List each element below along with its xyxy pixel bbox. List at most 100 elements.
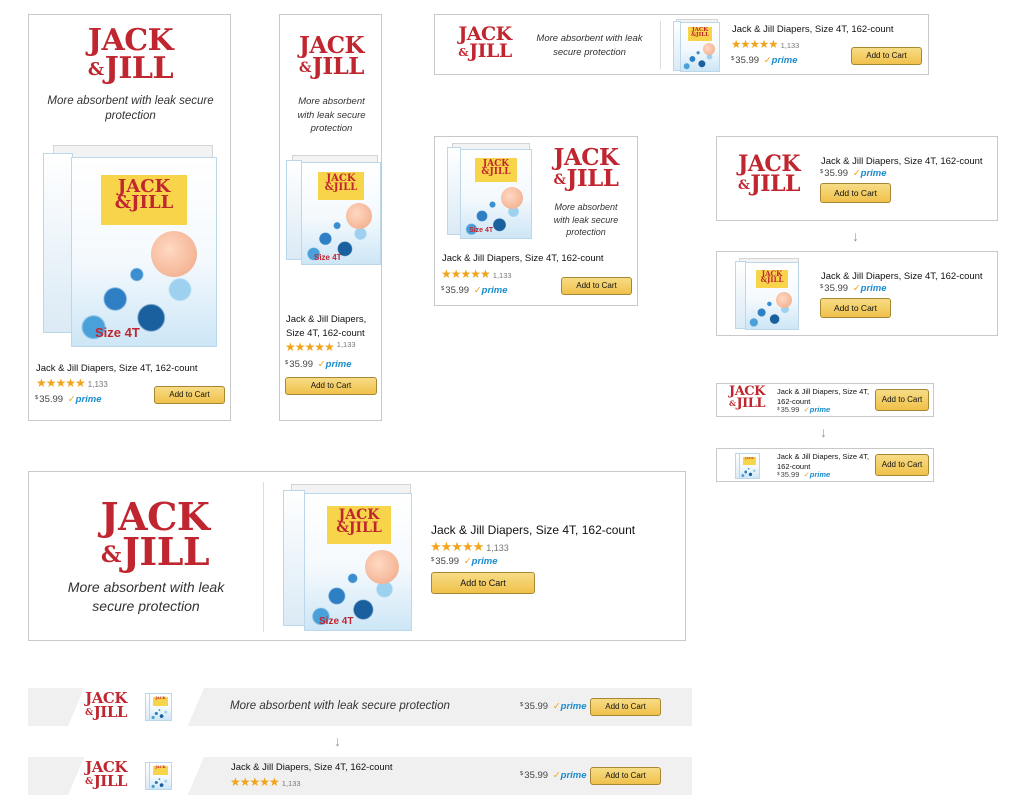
add-to-cart-button[interactable]: Add to Cart	[285, 377, 377, 395]
add-to-cart-button[interactable]: Add to Cart	[561, 277, 632, 295]
transition-arrow: ↓	[852, 228, 859, 244]
ad-rectangle-frame-2[interactable]: JACK &JILL Jack & Jill Diapers, Size 4T, …	[716, 251, 998, 336]
box-brand-label: JACK &JILL	[101, 175, 187, 225]
product-title[interactable]: Jack & Jill Diapers, Size 4T, 162-count	[732, 24, 894, 35]
price: $35.99 ✓prime	[777, 470, 831, 479]
baby-illustration	[703, 43, 715, 55]
price: $35.99 ✓prime	[820, 168, 887, 179]
ad-small-frame-2[interactable]: JACK Jack & Jill Diapers, Size 4T, 162-co…	[716, 448, 934, 482]
star-rating: ★★★★★ 1,133	[285, 340, 356, 354]
add-to-cart-button[interactable]: Add to Cart	[590, 767, 661, 785]
add-to-cart-button[interactable]: Add to Cart	[154, 386, 225, 404]
baby-illustration	[346, 203, 372, 229]
star-rating: ★★★★★ 1,133	[731, 39, 800, 51]
rating-count: 1,133	[492, 271, 512, 280]
rating-count: 1,133	[486, 543, 509, 553]
baby-illustration	[776, 292, 792, 308]
tagline: More absorbent with leak secure protection	[297, 96, 366, 134]
brand-logo: JACK &JILL	[85, 758, 127, 790]
product-title[interactable]: Jack & Jill Diapers, Size 4T, 162-count	[442, 253, 604, 264]
star-rating: ★★★★★ 1,133	[441, 267, 512, 281]
box-size-label: Size 4T	[319, 616, 354, 627]
prime-badge: ✓prime	[552, 770, 587, 781]
transition-arrow: ↓	[334, 733, 341, 749]
star-rating: ★★★★★ 1,133	[36, 376, 108, 390]
prime-badge: ✓prime	[552, 701, 587, 712]
rating-count: 1,133	[336, 340, 356, 349]
brand-logo: JACK &JILL	[100, 494, 210, 574]
ad-strip-frame-2[interactable]: JACK &JILL JACK Jack & Jill Diapers, Size…	[28, 757, 692, 795]
box-brand-label: JACK &JILL	[475, 158, 517, 182]
tagline: More absorbent with leak secure protecti…	[536, 33, 643, 58]
product-image: JACK &JILL Size 4T	[43, 145, 219, 350]
product-image: JACK &JILL	[673, 19, 721, 73]
box-brand-label: JACK &JILL	[756, 270, 788, 288]
ad-skyscraper[interactable]: JACK &JILL More absorbent with leak secure…	[279, 14, 382, 421]
box-brand-label: JACK &JILL	[318, 172, 364, 200]
price: $35.99 ✓prime	[431, 556, 498, 567]
box-brand-label: JACK	[153, 696, 168, 706]
price: $35.99 ✓prime	[285, 359, 352, 370]
ad-rectangle-frame-1[interactable]: JACK &JILL Jack & Jill Diapers, Size 4T, …	[716, 136, 998, 221]
add-to-cart-button[interactable]: Add to Cart	[851, 47, 922, 65]
prime-badge: ✓prime	[852, 283, 887, 294]
add-to-cart-button[interactable]: Add to Cart	[590, 698, 661, 716]
product-title[interactable]: Jack & Jill Diapers, Size 4T, 162-count	[777, 452, 869, 471]
price: $35.99 ✓prime	[520, 701, 587, 712]
ad-large-banner[interactable]: JACK &JILL More absorbent with leak secure…	[28, 471, 686, 641]
tagline: More absorbent with leak secure protection	[553, 202, 619, 237]
divider	[263, 482, 264, 632]
prime-badge: ✓prime	[852, 168, 887, 179]
prime-badge: ✓prime	[463, 556, 498, 567]
product-image: JACK	[145, 692, 173, 722]
divider	[660, 21, 661, 69]
product-title[interactable]: Jack & Jill Diapers, Size 4T, 162-count	[231, 762, 393, 773]
product-title[interactable]: Jack & Jill Diapers, Size 4T, 162-count	[431, 523, 635, 537]
star-rating: ★★★★★ 1,133	[430, 539, 509, 554]
add-to-cart-button[interactable]: Add to Cart	[875, 454, 929, 476]
prime-badge: ✓prime	[803, 470, 831, 479]
rating-count: 1,133	[281, 779, 301, 788]
product-image: JACK	[735, 452, 761, 480]
box-brand-label: JACK &JILL	[327, 506, 391, 544]
prime-badge: ✓prime	[803, 405, 831, 414]
box-brand-label: JACK &JILL	[688, 27, 712, 41]
rating-count: 1,133	[87, 380, 108, 389]
baby-illustration	[365, 550, 399, 584]
product-image: JACK &JILL Size 4T	[283, 484, 415, 634]
price: $35.99 ✓prime	[520, 770, 587, 781]
tagline: More absorbent with leak secure protecti…	[230, 700, 450, 712]
tagline: More absorbent with leak secure protectio…	[67, 579, 225, 614]
prime-badge: ✓prime	[67, 394, 102, 405]
rating-count: 1,133	[780, 41, 800, 50]
product-image: JACK &JILL	[735, 258, 801, 332]
ad-tall-medium[interactable]: JACK &JILL More absorbent with leak secur…	[28, 14, 231, 421]
product-title[interactable]: Jack & Jill Diapers, Size 4T, 162-count	[777, 387, 869, 406]
product-title[interactable]: Jack & Jill Diapers, Size 4T, 162-count	[286, 313, 366, 340]
box-brand-label: JACK	[153, 765, 168, 775]
add-to-cart-button[interactable]: Add to Cart	[820, 298, 891, 318]
add-to-cart-button[interactable]: Add to Cart	[875, 389, 929, 411]
ad-medium-rectangle[interactable]: JACK &JILL Size 4T JACK &JILL More absorbe…	[434, 136, 638, 306]
brand-logo: JACK &JILL	[458, 23, 512, 63]
brand-logo: JACK &JILL	[298, 32, 365, 81]
price: $35.99 ✓prime	[820, 283, 887, 294]
product-image: JACK &JILL Size 4T	[447, 143, 533, 239]
product-title[interactable]: Jack & Jill Diapers, Size 4T, 162-count	[821, 271, 983, 282]
box-size-label: Size 4T	[469, 227, 494, 234]
ad-leaderboard[interactable]: JACK &JILL More absorbent with leak secur…	[434, 14, 929, 75]
product-image: JACK &JILL Size 4T	[286, 155, 381, 267]
add-to-cart-button[interactable]: Add to Cart	[820, 183, 891, 203]
brand-logo: JACK &JILL	[553, 144, 619, 193]
product-title[interactable]: Jack & Jill Diapers, Size 4T, 162-count	[36, 363, 198, 374]
product-title[interactable]: Jack & Jill Diapers, Size 4T, 162-count	[821, 156, 983, 167]
baby-illustration	[501, 187, 523, 209]
ad-strip-frame-1[interactable]: JACK &JILL JACK More absorbent with leak …	[28, 688, 692, 726]
add-to-cart-button[interactable]: Add to Cart	[431, 572, 535, 594]
ad-small-frame-1[interactable]: JACK &JILL Jack & Jill Diapers, Size 4T, 1…	[716, 383, 934, 417]
price: $35.99 ✓prime	[35, 394, 102, 405]
box-size-label: Size 4T	[314, 253, 342, 262]
box-brand-label: JACK	[743, 457, 756, 465]
baby-illustration	[151, 231, 197, 277]
prime-badge: ✓prime	[473, 285, 508, 296]
